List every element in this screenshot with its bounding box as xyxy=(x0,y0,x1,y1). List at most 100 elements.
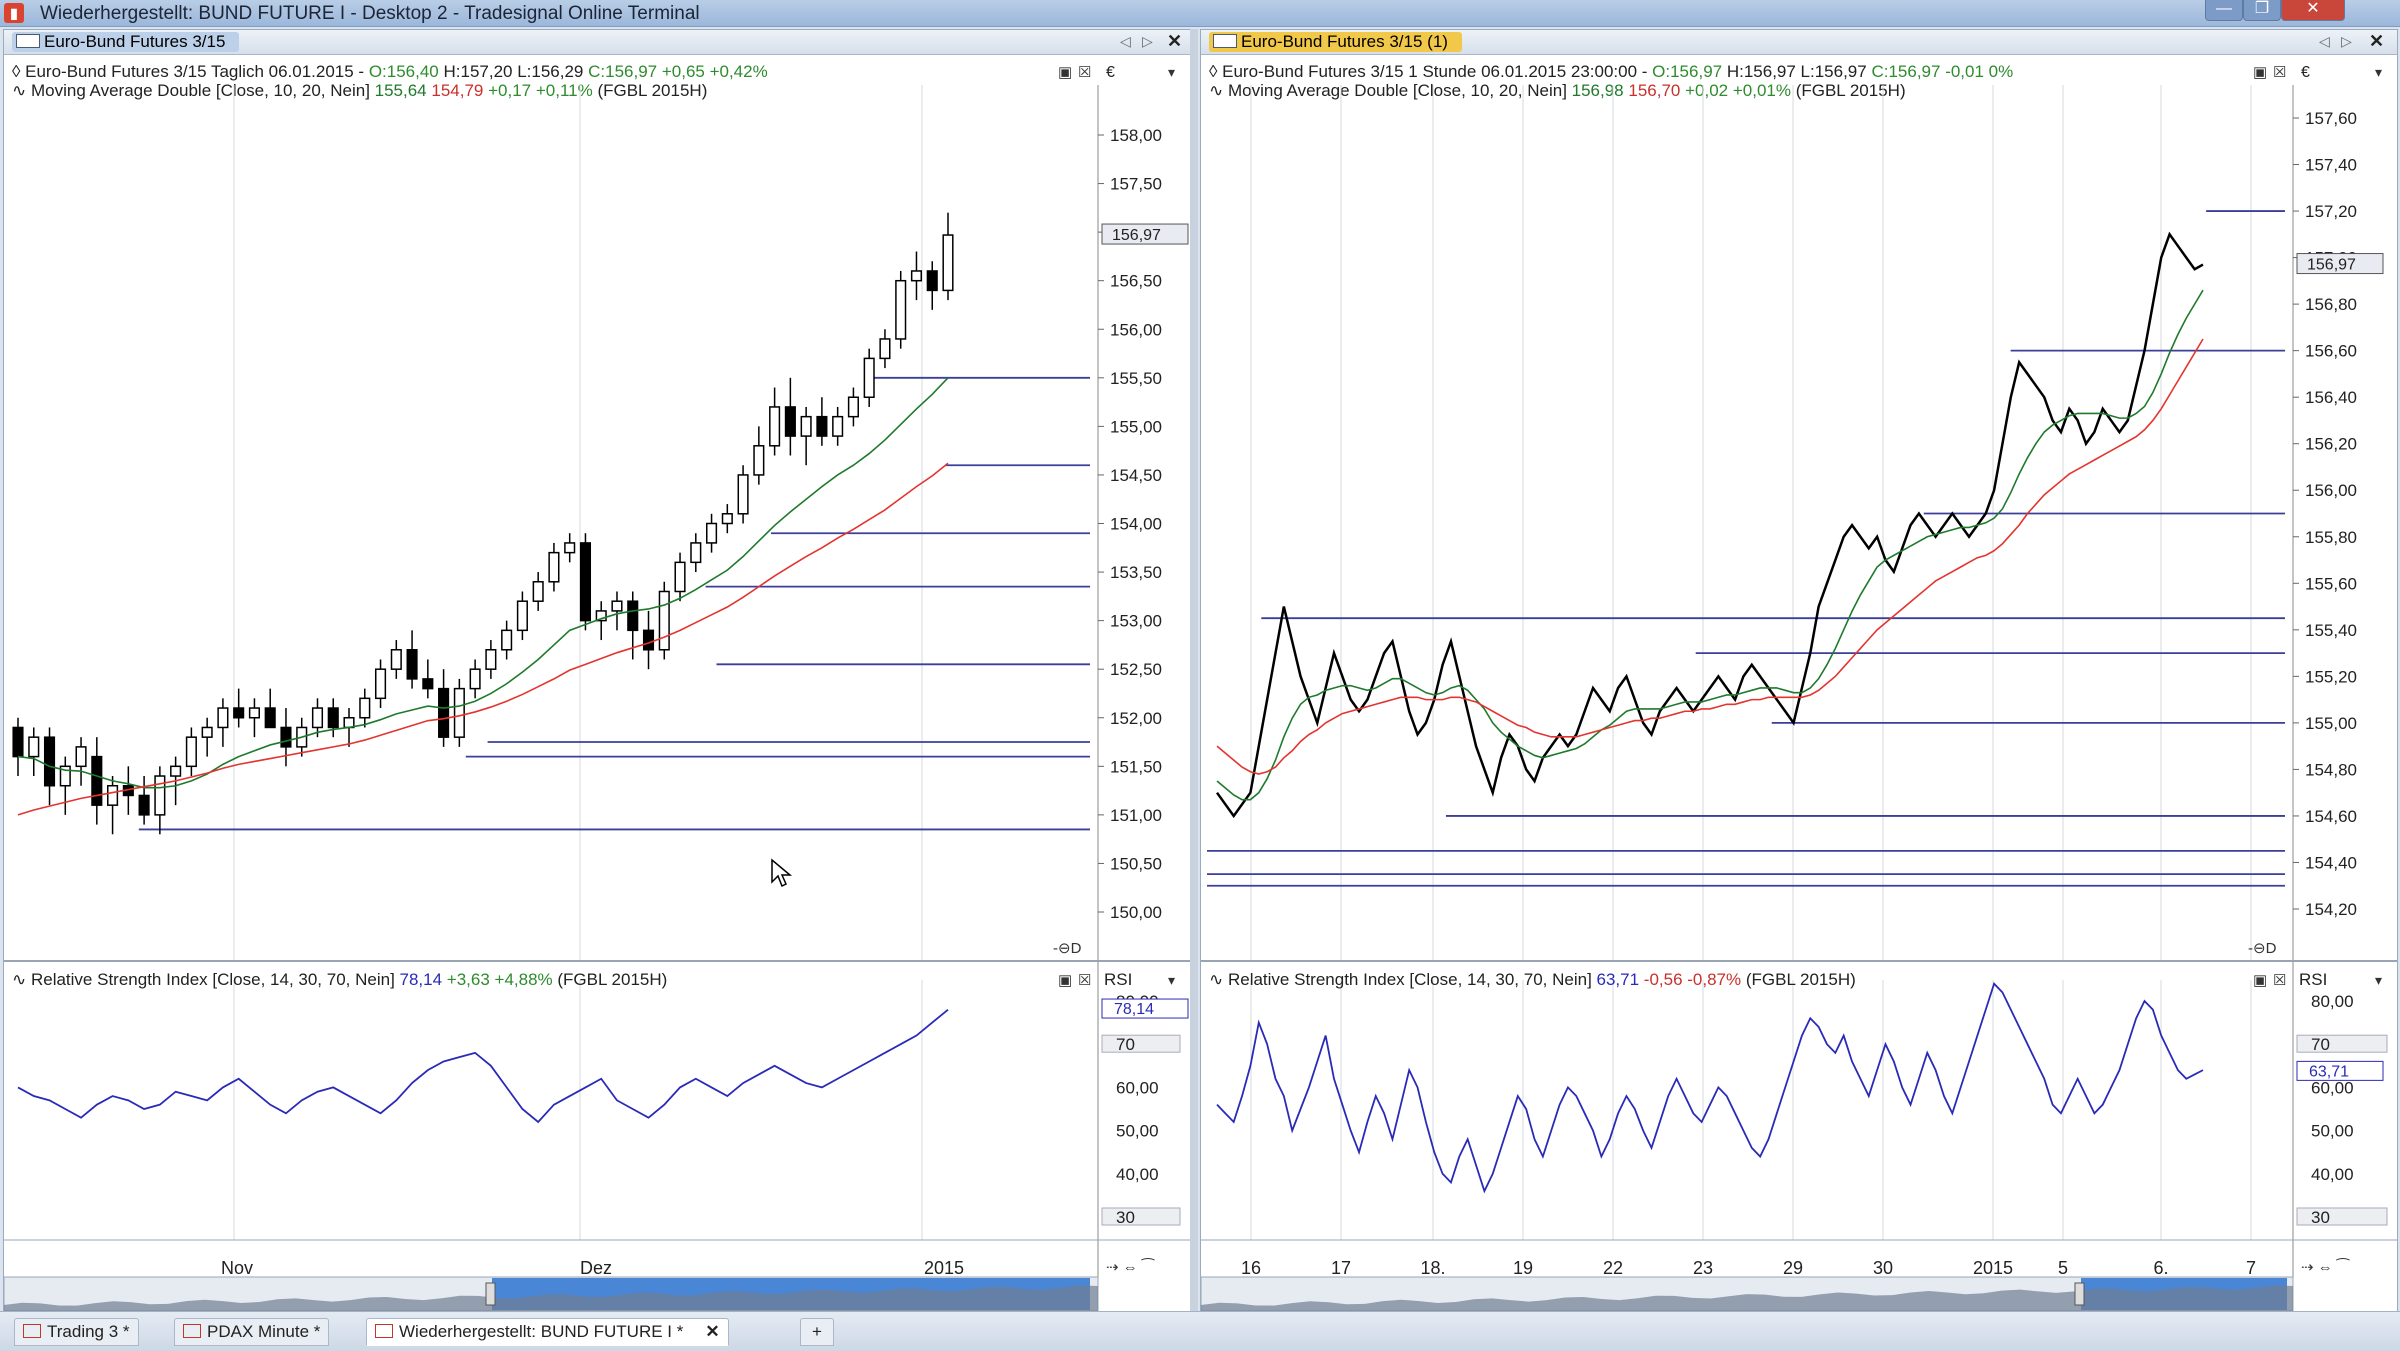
prev-arrow-icon[interactable]: ◁ xyxy=(1120,33,1131,50)
close-panel-icon[interactable]: ✕ xyxy=(2369,31,2384,52)
candle[interactable] xyxy=(217,698,229,747)
candle[interactable] xyxy=(264,688,276,729)
time-axis-label: 5 xyxy=(2058,1258,2068,1278)
maximize-button[interactable]: ❐ xyxy=(2243,0,2281,21)
candle[interactable] xyxy=(248,698,260,738)
rsi-symbol: (FGBL 2015H) xyxy=(557,970,667,989)
candle[interactable] xyxy=(75,737,87,786)
candle[interactable] xyxy=(690,533,702,573)
navigator-handle[interactable] xyxy=(2074,1282,2085,1306)
candle[interactable] xyxy=(390,640,402,679)
candle[interactable] xyxy=(753,426,765,485)
candle[interactable] xyxy=(107,776,119,835)
close-pane-icon[interactable]: ☒ xyxy=(1078,972,1091,989)
candle[interactable] xyxy=(406,630,418,689)
candle[interactable] xyxy=(769,387,781,456)
chart-tab[interactable]: Euro-Bund Futures 3/15 xyxy=(12,32,240,52)
close-panel-icon[interactable]: ✕ xyxy=(1167,31,1182,52)
candle[interactable] xyxy=(185,727,197,777)
candle[interactable] xyxy=(548,542,560,592)
close-tab-icon[interactable]: ✕ xyxy=(705,1322,719,1341)
panel-splitter[interactable] xyxy=(1190,29,1198,1311)
axis-menu-icon[interactable]: ▾ xyxy=(2375,972,2382,988)
rsi-line[interactable] xyxy=(1216,982,2204,1194)
candle[interactable] xyxy=(942,212,954,301)
crosshair-toggle-icon[interactable]: -⊖D xyxy=(2248,940,2277,957)
prev-arrow-icon[interactable]: ◁ xyxy=(2319,33,2330,50)
axis-menu-icon[interactable]: ▾ xyxy=(1168,972,1175,988)
close-window-button[interactable]: ✕ xyxy=(2281,0,2345,21)
crosshair-toggle-icon[interactable]: -⊖D xyxy=(1053,940,1082,957)
candle[interactable] xyxy=(28,727,40,777)
candle[interactable] xyxy=(453,678,465,747)
candle[interactable] xyxy=(138,776,150,825)
candle[interactable] xyxy=(469,659,481,699)
moving-average-long-line[interactable] xyxy=(1216,338,2204,775)
add-tab-button[interactable]: + xyxy=(800,1318,834,1346)
candle[interactable] xyxy=(12,717,24,777)
candle[interactable] xyxy=(59,756,71,815)
hourly-chart-svg[interactable]: ◊ Euro-Bund Futures 3/15 1 Stunde 06.01.… xyxy=(1201,55,2397,1311)
candle[interactable] xyxy=(642,610,655,670)
candle[interactable] xyxy=(201,717,213,757)
candle[interactable] xyxy=(863,348,875,407)
doc-tab-pdax[interactable]: PDAX Minute * xyxy=(174,1318,330,1346)
candle[interactable] xyxy=(564,533,576,563)
candle[interactable] xyxy=(233,688,245,728)
minimize-button[interactable]: — xyxy=(2205,0,2243,21)
navigator-handle[interactable] xyxy=(485,1282,496,1306)
candle[interactable] xyxy=(847,387,859,427)
candle[interactable] xyxy=(359,688,371,728)
candle[interactable] xyxy=(816,397,828,446)
axis-menu-icon[interactable]: ▾ xyxy=(1168,64,1175,80)
candle[interactable] xyxy=(485,640,497,679)
zoom-controls-icon[interactable]: ⇢ ⇔ ⁀ xyxy=(1106,1258,1155,1276)
next-arrow-icon[interactable]: ▷ xyxy=(2341,33,2352,50)
candle[interactable] xyxy=(721,504,733,534)
maximize-pane-icon[interactable]: ▣ xyxy=(1058,64,1072,81)
candle-body xyxy=(374,668,387,700)
price-tick-label: 155,00 xyxy=(2305,714,2357,733)
candle[interactable] xyxy=(926,261,938,310)
candle[interactable] xyxy=(674,552,686,602)
doc-tab-trading[interactable]: Trading 3 * xyxy=(14,1318,139,1346)
candle[interactable] xyxy=(422,659,434,699)
candle[interactable] xyxy=(737,465,749,524)
chart-tab[interactable]: Euro-Bund Futures 3/15 (1) xyxy=(1209,32,1462,52)
candle[interactable] xyxy=(374,659,387,709)
moving-average-long-line[interactable] xyxy=(17,462,949,816)
next-arrow-icon[interactable]: ▷ xyxy=(1142,33,1153,50)
candle[interactable] xyxy=(91,737,103,825)
candle[interactable] xyxy=(800,406,812,466)
candle[interactable] xyxy=(280,708,292,767)
rsi-indicator-name: ∿ Relative Strength Index [Close, 14, 30… xyxy=(12,970,400,989)
candle[interactable] xyxy=(611,591,623,631)
candle[interactable] xyxy=(154,766,166,835)
candle[interactable] xyxy=(895,270,907,349)
candle[interactable] xyxy=(832,406,844,446)
maximize-pane-icon[interactable]: ▣ xyxy=(2253,972,2267,989)
candle[interactable] xyxy=(910,251,923,301)
candle[interactable] xyxy=(516,591,528,641)
candle[interactable] xyxy=(706,513,718,553)
candle[interactable] xyxy=(501,620,513,660)
rsi-line[interactable] xyxy=(17,1008,949,1124)
candle[interactable] xyxy=(579,533,592,631)
close-pane-icon[interactable]: ☒ xyxy=(2273,64,2286,81)
moving-average-short-line[interactable] xyxy=(17,377,949,789)
doc-tab-bund[interactable]: Wiederhergestellt: BUND FUTURE I * ✕ xyxy=(366,1318,729,1346)
close-pane-icon[interactable]: ☒ xyxy=(1078,64,1091,81)
maximize-pane-icon[interactable]: ▣ xyxy=(2253,64,2267,81)
candle[interactable] xyxy=(879,329,891,369)
price-line[interactable] xyxy=(1215,231,2204,819)
maximize-pane-icon[interactable]: ▣ xyxy=(1058,972,1072,989)
daily-chart-svg[interactable]: ◊ Euro-Bund Futures 3/15 Taglich 06.01.2… xyxy=(4,55,1190,1311)
candle[interactable] xyxy=(532,572,544,611)
candle[interactable] xyxy=(327,698,339,738)
time-axis-label: 18. xyxy=(1420,1258,1445,1278)
zoom-controls-icon[interactable]: ⇢ ⇔ ⁀ xyxy=(2301,1258,2350,1276)
candle[interactable] xyxy=(784,377,796,456)
close-pane-icon[interactable]: ☒ xyxy=(2273,972,2286,989)
candle[interactable] xyxy=(658,581,670,660)
axis-menu-icon[interactable]: ▾ xyxy=(2375,64,2382,80)
